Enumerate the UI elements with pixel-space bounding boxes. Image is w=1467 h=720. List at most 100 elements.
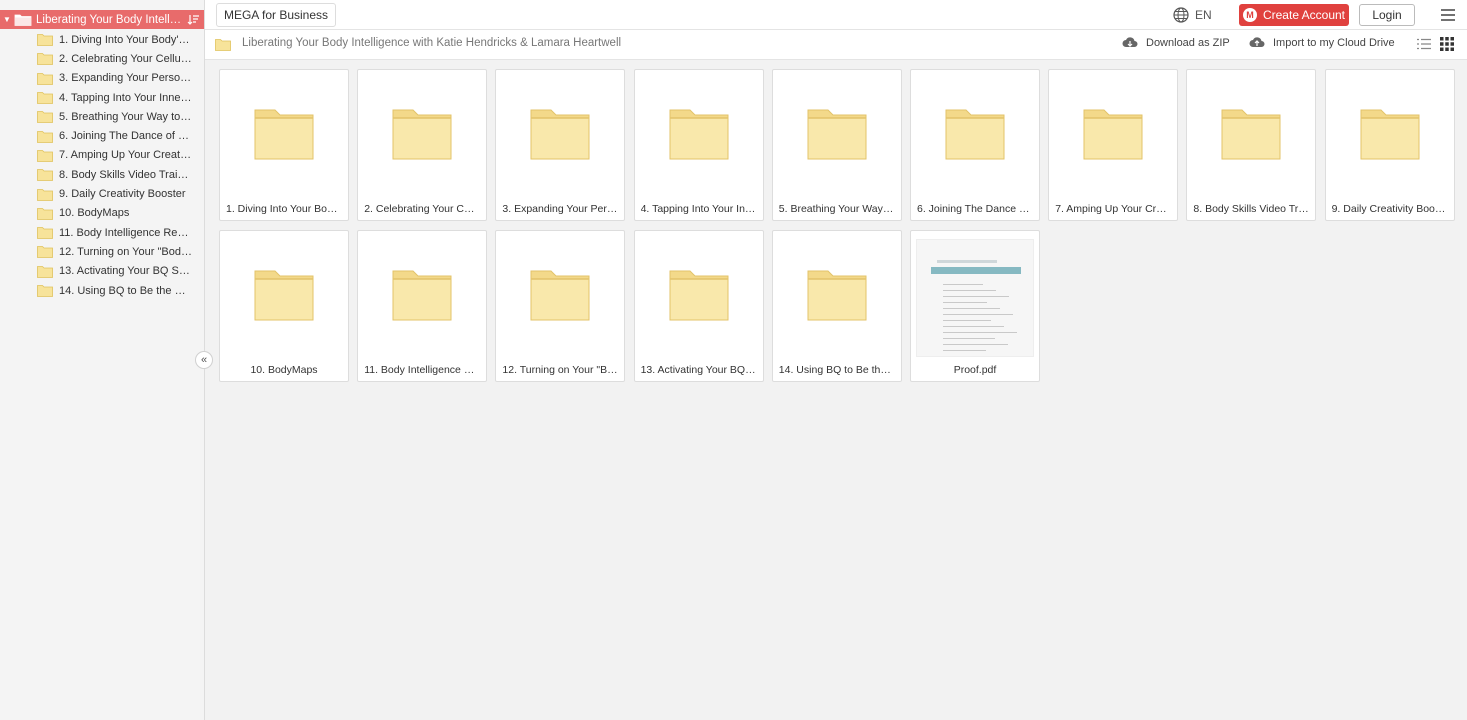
file-name: 5. Breathing Your Way to Health [778,203,895,215]
create-account-button[interactable]: M Create Account [1239,4,1349,26]
folder-icon [37,285,53,297]
folder-icon [37,188,53,201]
tree-item-label: 5. Breathing Your Way to Health [59,110,193,123]
folder-card[interactable]: 11. Body Intelligence Research [357,230,488,382]
mega-for-business-button[interactable]: MEGA for Business [216,3,336,27]
tree-item-label: 3. Expanding Your Personal Presence [59,72,193,85]
tree-item-label: 14. Using BQ to Be the Healthiest You [59,284,193,297]
login-button[interactable]: Login [1359,4,1415,26]
folder-card[interactable]: 4. Tapping Into Your Inner Guidance [633,69,764,221]
folder-card[interactable]: 9. Daily Creativity Booster [1324,69,1455,221]
tree-item[interactable]: 2. Celebrating Your Cellular Intelligenc… [0,49,204,68]
tree-root-label: Liberating Your Body Intelligence with K… [36,13,182,26]
folder-icon [215,39,231,51]
folder-icon [37,53,53,66]
tree-item[interactable]: 3. Expanding Your Personal Presence [0,69,204,88]
folder-card[interactable]: 8. Body Skills Video Training [1186,69,1317,221]
mega-logo-icon: M [1242,8,1257,22]
folder-card[interactable]: 7. Amping Up Your Creativity [1048,69,1179,221]
folder-card[interactable]: 10. BodyMaps [219,230,349,382]
sidebar-tree: ▼ Liberating Your Body Intelligence with… [0,0,205,720]
language-code: EN [1195,8,1212,22]
tree-item[interactable]: 12. Turning on Your "Body Intelligence" [0,242,204,261]
folder-card[interactable]: 6. Joining The Dance of Relationship [910,69,1040,221]
file-name: 11. Body Intelligence Research [364,364,480,376]
folder-icon [254,109,314,160]
file-name: 10. BodyMaps [250,364,318,376]
folder-card[interactable]: 12. Turning on Your "Body Intelligence" [495,230,626,382]
collapse-sidebar-button[interactable]: « [195,351,213,369]
folder-icon [1083,109,1143,160]
file-name: 1. Diving Into Your Body's Wisdom [226,203,342,215]
folder-card[interactable]: 13. Activating Your BQ Set Point [633,230,764,382]
tree-root-folder[interactable]: ▼ Liberating Your Body Intelligence with… [0,10,204,29]
file-name: Proof.pdf [953,364,997,376]
tree-children: 1. Diving Into Your Body's Wisdom 2. Cele… [0,30,204,300]
folder-icon [37,227,53,240]
app-window: ▼ Liberating Your Body Intelligence with… [0,0,1467,720]
file-grid: 1. Diving Into Your Body's Wisdom 2. Cele… [205,60,1467,720]
sort-icon[interactable] [182,14,204,25]
language-selector[interactable]: EN [1173,5,1212,25]
tree-item[interactable]: 14. Using BQ to Be the Healthiest You [0,281,204,300]
cloud-download-icon [1122,37,1138,47]
folder-icon [37,92,53,104]
create-account-label: Create Account [1262,8,1346,22]
folder-icon [1360,109,1420,160]
folder-icon [37,72,53,85]
download-zip-button[interactable]: Download as ZIP [1122,36,1230,49]
folder-icon [807,270,867,321]
file-card[interactable]: Proof.pdf [910,230,1040,382]
folder-icon [530,109,590,160]
tree-item[interactable]: 1. Diving Into Your Body's Wisdom [0,30,204,49]
tree-item[interactable]: 8. Body Skills Video Training [0,165,204,184]
folder-icon [37,207,53,220]
file-name: 13. Activating Your BQ Set Point [640,364,757,376]
file-name: 9. Daily Creativity Booster [1331,203,1448,215]
tree-item[interactable]: 11. Body Intelligence Research [0,223,204,242]
folder-icon [37,111,53,124]
tree-item[interactable]: 7. Amping Up Your Creativity [0,146,204,165]
file-name: 8. Body Skills Video Training [1193,203,1309,215]
folder-icon [945,109,1005,160]
tree-item-label: 4. Tapping Into Your Inner Guidance [59,91,193,104]
folder-card[interactable]: 14. Using BQ to Be the Healthiest You [771,230,902,382]
tree-item[interactable]: 6. Joining The Dance of Relationship [0,126,204,145]
tree-item[interactable]: 9. Daily Creativity Booster [0,184,204,203]
file-name: 14. Using BQ to Be the Healthiest You [778,364,895,376]
import-to-cloud-button[interactable]: Import to my Cloud Drive [1249,36,1395,49]
pdf-thumbnail [916,239,1034,357]
folder-icon [37,265,53,278]
folder-icon [669,270,729,321]
tree-item-label: 2. Celebrating Your Cellular Intelligenc… [59,52,193,65]
folder-card[interactable]: 1. Diving Into Your Body's Wisdom [219,69,349,221]
file-name: 3. Expanding Your Personal Presence [502,203,618,215]
caret-down-icon[interactable]: ▼ [0,15,14,24]
file-name: 4. Tapping Into Your Inner Guidance [640,203,757,215]
tree-item[interactable]: 5. Breathing Your Way to Health [0,107,204,126]
folder-icon [37,246,53,259]
list-view-icon[interactable] [1417,38,1431,50]
folder-icon [37,34,53,47]
file-name: 6. Joining The Dance of Relationship [917,203,1033,215]
folder-card[interactable]: 3. Expanding Your Personal Presence [495,69,626,221]
tree-item[interactable]: 13. Activating Your BQ Set Point [0,262,204,281]
folder-icon [392,270,452,321]
folder-card[interactable]: 2. Celebrating Your Cellular Intelligenc… [357,69,488,221]
tree-item[interactable]: 4. Tapping Into Your Inner Guidance [0,88,204,107]
file-name: 2. Celebrating Your Cellular Intelligenc… [364,203,481,215]
hamburger-menu-icon[interactable] [1441,8,1455,22]
folder-icon [37,150,53,162]
cloud-upload-icon [1249,37,1265,47]
top-bar: MEGA for Business EN M Create Account Lo… [205,0,1467,30]
folder-card[interactable]: 5. Breathing Your Way to Health [771,69,902,221]
tree-item[interactable]: 10. BodyMaps [0,204,204,223]
folder-icon [530,270,590,321]
folder-icon [807,109,867,160]
tree-item-label: 12. Turning on Your "Body Intelligence" [59,245,193,258]
tree-item-label: 7. Amping Up Your Creativity [59,149,193,162]
breadcrumb-title[interactable]: Liberating Your Body Intelligence with K… [242,37,621,49]
folder-icon [37,130,53,143]
folder-icon [669,109,729,160]
grid-view-icon[interactable] [1440,37,1454,51]
